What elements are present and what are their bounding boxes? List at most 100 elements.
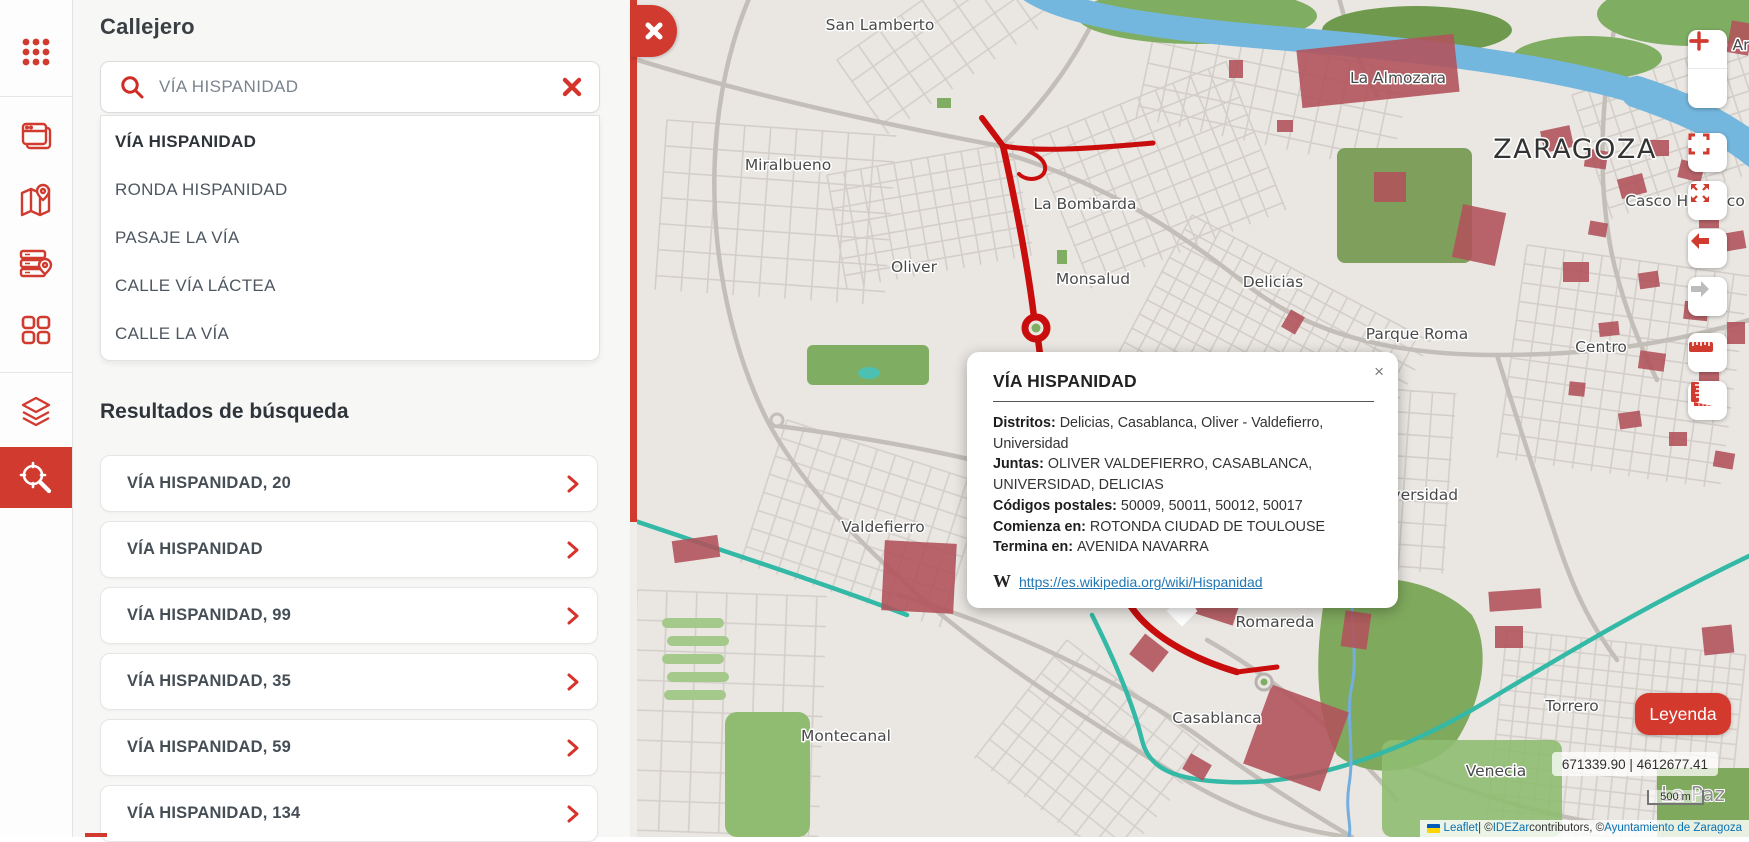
chevron-right-icon xyxy=(565,804,581,824)
result-card[interactable]: VÍA HISPANIDAD, 99 xyxy=(100,587,598,644)
popup-field: Distritos: Delicias, Casablanca, Oliver … xyxy=(993,413,1374,454)
rail-divider xyxy=(0,96,72,97)
map-place-label: ZARAGOZA xyxy=(1493,134,1657,165)
history-forward-button[interactable] xyxy=(1688,277,1727,316)
popup-field: Termina en: AVENIDA NAVARRA xyxy=(993,537,1374,558)
fullscreen-control xyxy=(1688,133,1727,172)
map-pin-icon xyxy=(17,181,55,219)
chevron-right-icon xyxy=(565,738,581,758)
popup-field: Juntas: OLIVER VALDEFIERRO, CASABLANCA, … xyxy=(993,454,1374,495)
map-place-label: San Lamberto xyxy=(826,16,935,34)
history-back-button[interactable] xyxy=(1688,229,1727,268)
wikipedia-link[interactable]: https://es.wikipedia.org/wiki/Hispanidad xyxy=(1019,574,1263,590)
idezar-link[interactable]: IDEZar xyxy=(1493,822,1529,834)
result-card[interactable]: VÍA HISPANIDAD, 35 xyxy=(100,653,598,710)
search-input[interactable] xyxy=(157,76,561,98)
map-place-label: Torrero xyxy=(1544,697,1599,715)
result-label: VÍA HISPANIDAD xyxy=(127,540,263,559)
autocomplete-item[interactable]: RONDA HISPANIDAD xyxy=(101,166,599,214)
autocomplete-item[interactable]: PASAJE LA VÍA xyxy=(101,214,599,262)
result-card[interactable]: VÍA HISPANIDAD, 20 xyxy=(100,455,598,512)
sidebar-item-apps[interactable] xyxy=(0,24,72,80)
minus-icon xyxy=(1688,30,1710,52)
map-place-label: Monsalud xyxy=(1056,270,1130,288)
expand-view-button[interactable] xyxy=(1688,181,1727,220)
map-place-label: Ar xyxy=(1733,36,1749,54)
autocomplete-item[interactable]: CALLE VÍA LÁCTEA xyxy=(101,262,599,310)
measure-area-control xyxy=(1688,381,1727,420)
sidebar-item-data[interactable] xyxy=(0,236,72,292)
popup-field: Comienza en: ROTONDA CIUDAD DE TOULOUSE xyxy=(993,517,1374,538)
modules-grid-icon xyxy=(18,312,54,348)
popup-divider xyxy=(993,401,1374,402)
expand-control xyxy=(1688,181,1727,220)
map-place-label: Miralbueno xyxy=(745,156,831,174)
scale-bar: 500 m xyxy=(1647,790,1704,805)
result-card[interactable]: VÍA HISPANIDAD, 59 xyxy=(100,719,598,776)
measure-area-button[interactable] xyxy=(1688,381,1727,420)
map-place-label: Parque Roma xyxy=(1366,325,1469,343)
sidebar-item-layers[interactable] xyxy=(0,384,72,440)
map-canvas[interactable]: San Lamberto La Almozara ZARAGOZA Miralbuen… xyxy=(637,0,1749,837)
popup-close-icon[interactable]: × xyxy=(1374,362,1384,382)
icon-rail xyxy=(0,0,73,837)
map-place-label: Romareda xyxy=(1235,613,1314,631)
legend-button[interactable]: Leyenda xyxy=(1635,693,1731,735)
chevron-right-icon xyxy=(565,672,581,692)
sidebar-item-windows[interactable] xyxy=(0,109,72,165)
search-panel: Callejero VÍA HISPANIDADRONDA HISPANIDAD… xyxy=(72,0,630,837)
ruler-corner-icon xyxy=(1688,381,1714,407)
sidebar-item-search-active[interactable] xyxy=(0,447,72,508)
popup-fields: Distritos: Delicias, Casablanca, Oliver … xyxy=(993,413,1374,558)
autocomplete-item[interactable]: VÍA HISPANIDAD xyxy=(101,118,599,166)
chevron-right-icon xyxy=(565,540,581,560)
ruler-icon xyxy=(1688,333,1714,359)
result-label: VÍA HISPANIDAD, 99 xyxy=(127,606,291,625)
sidebar-item-map[interactable] xyxy=(0,172,72,228)
coordinates-readout: 671339.90 | 4612677.41 xyxy=(1552,752,1718,776)
map-place-label: Valdefierro xyxy=(841,518,925,536)
map-place-label: Casablanca xyxy=(1172,709,1261,727)
wikipedia-icon: W xyxy=(993,571,1011,592)
map-place-label: La Bombarda xyxy=(1033,195,1136,213)
panel-divider-lower xyxy=(630,522,637,837)
history-back-control xyxy=(1688,229,1727,268)
map-place-label: Oliver xyxy=(891,258,938,276)
fullscreen-icon xyxy=(1688,133,1710,155)
map-place-label: La Almozara xyxy=(1350,69,1446,87)
result-label: VÍA HISPANIDAD, 20 xyxy=(127,474,291,493)
panel-divider[interactable] xyxy=(630,0,637,522)
layers-icon xyxy=(17,393,55,431)
leaflet-link[interactable]: Leaflet xyxy=(1444,822,1479,834)
search-icon xyxy=(119,74,145,100)
result-card[interactable]: VÍA HISPANIDAD xyxy=(100,521,598,578)
ukraine-flag-icon xyxy=(1427,824,1440,833)
popup-title: VÍA HISPANIDAD xyxy=(993,371,1374,392)
attrib-text: contributors, © xyxy=(1529,822,1604,834)
map-place-label: Venecia xyxy=(1466,762,1527,780)
ayuntamiento-link[interactable]: Ayuntamiento de Zaragoza xyxy=(1604,822,1742,834)
page-title: Callejero xyxy=(100,14,195,40)
windows-icon xyxy=(18,119,54,155)
autocomplete-dropdown: VÍA HISPANIDADRONDA HISPANIDADPASAJE LA … xyxy=(100,115,600,361)
results-title: Resultados de búsqueda xyxy=(100,400,349,424)
wikipedia-row: W https://es.wikipedia.org/wiki/Hispanid… xyxy=(993,571,1374,592)
fullscreen-button[interactable] xyxy=(1688,133,1727,172)
search-box[interactable] xyxy=(100,61,600,113)
arrow-left-icon xyxy=(1688,229,1712,253)
close-icon xyxy=(644,21,664,41)
street-info-popup: VÍA HISPANIDAD × Distritos: Delicias, Ca… xyxy=(967,352,1398,608)
zoom-out-button[interactable] xyxy=(1688,69,1727,108)
sidebar-item-modules[interactable] xyxy=(0,302,72,358)
measure-distance-button[interactable] xyxy=(1688,333,1727,372)
arrow-right-icon xyxy=(1688,277,1712,301)
map-place-label: Delicias xyxy=(1243,273,1304,291)
result-card[interactable]: VÍA HISPANIDAD, 134 xyxy=(100,785,598,842)
clear-search-icon[interactable] xyxy=(561,76,583,98)
map-place-label: Montecanal xyxy=(801,727,891,745)
autocomplete-item[interactable]: CALLE LA VÍA xyxy=(101,310,599,358)
server-pin-icon xyxy=(17,245,55,283)
apps-grid-icon xyxy=(19,35,53,69)
map-place-label: Centro xyxy=(1575,338,1627,356)
chevron-right-icon xyxy=(565,474,581,494)
